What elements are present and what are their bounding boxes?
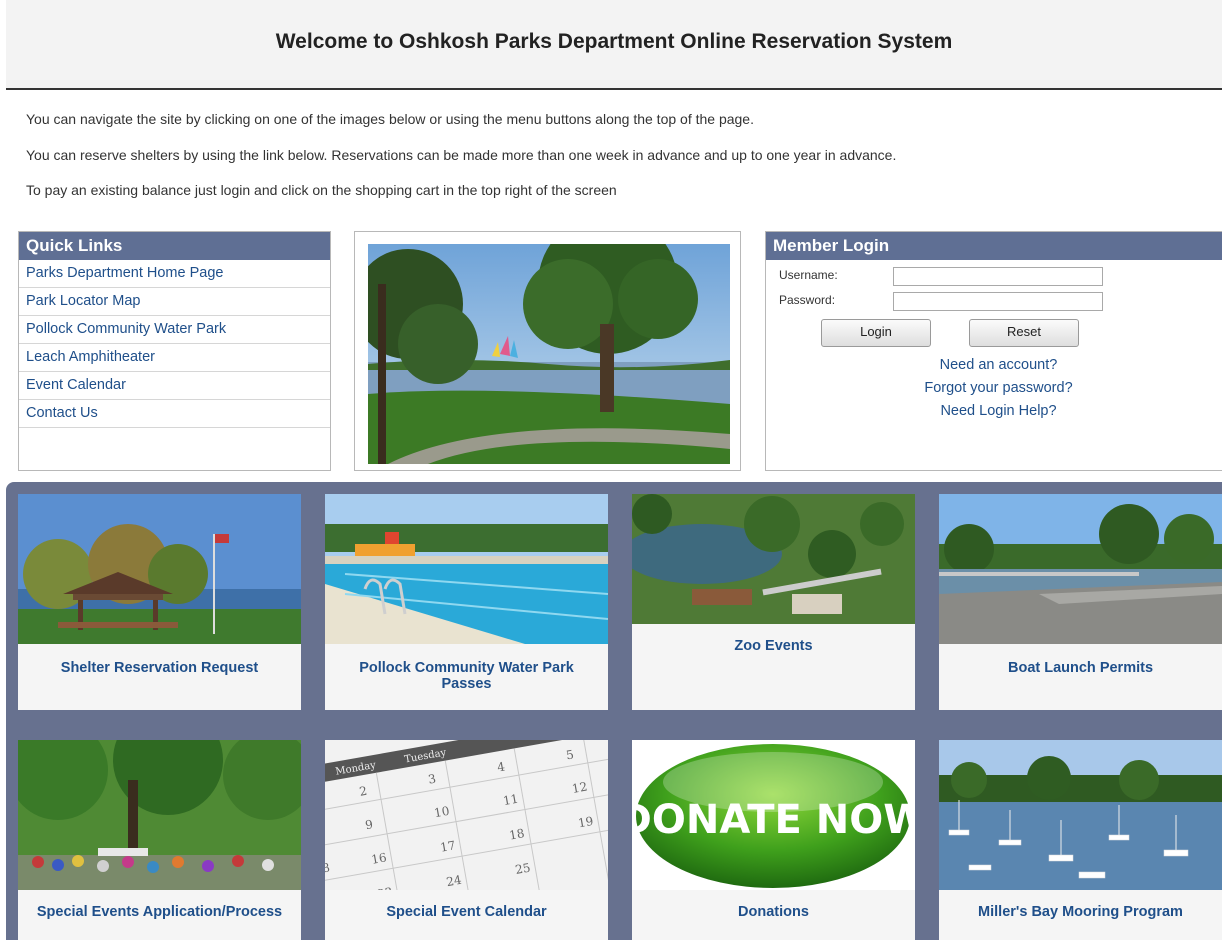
- tile-zoo-events[interactable]: Zoo Events: [632, 494, 915, 710]
- tile-special-events-label: Special Events Application/Process: [36, 904, 283, 920]
- tile-boat-launch-permits[interactable]: Boat Launch Permits: [939, 494, 1222, 710]
- tile-special-events-application[interactable]: Special Events Application/Process: [18, 740, 301, 940]
- reset-button[interactable]: Reset: [969, 319, 1079, 347]
- calendar-number: 18: [508, 826, 525, 842]
- quick-links-panel: Quick Links Parks Department Home Page P…: [18, 231, 331, 471]
- featured-photo-panel: [354, 231, 741, 471]
- forgot-password-link[interactable]: Forgot your password?: [766, 380, 1222, 396]
- calendar-number: 11: [502, 792, 519, 808]
- calendar-number: 19: [577, 814, 594, 830]
- tile-mooring-label: Miller's Bay Mooring Program: [978, 904, 1183, 920]
- calendar-number: 17: [439, 838, 456, 854]
- calendar-photo: Monday Tuesday 2 3 4 5 9 10 11 12 8 16 1…: [325, 740, 608, 890]
- quick-link-pollock-water-park[interactable]: Pollock Community Water Park: [19, 316, 330, 344]
- username-input[interactable]: [893, 267, 1103, 286]
- calendar-number: 24: [445, 873, 463, 890]
- millers-bay-marina-photo: [939, 740, 1222, 890]
- page-title: Welcome to Oshkosh Parks Department Onli…: [275, 30, 953, 53]
- quick-link-park-locator-map[interactable]: Park Locator Map: [19, 288, 330, 316]
- intro-pay-text: To pay an existing balance just login an…: [26, 182, 617, 198]
- password-input[interactable]: [893, 292, 1103, 311]
- page: Welcome to Oshkosh Parks Department Onli…: [0, 0, 1222, 940]
- quick-link-event-calendar[interactable]: Event Calendar: [19, 372, 330, 400]
- calendar-number: 12: [571, 779, 588, 795]
- tile-donations-label: Donations: [738, 904, 809, 920]
- special-events-crowd-photo: [18, 740, 301, 890]
- tile-donations[interactable]: DONATE NOW Donations: [632, 740, 915, 940]
- login-button[interactable]: Login: [821, 319, 931, 347]
- tile-water-park-label: Pollock Community Water Park Passes: [359, 660, 574, 692]
- tile-zoo-label: Zoo Events: [734, 638, 813, 654]
- member-login-title: Member Login: [766, 232, 1222, 260]
- calendar-number: 10: [433, 804, 450, 820]
- need-account-link[interactable]: Need an account?: [766, 357, 1222, 373]
- username-label: Username:: [779, 268, 838, 282]
- calendar-number: 16: [370, 850, 387, 866]
- shelter-gazebo-photo: [18, 494, 301, 644]
- tile-special-event-calendar[interactable]: Monday Tuesday 2 3 4 5 9 10 11 12 8 16 1…: [325, 740, 608, 940]
- member-login-panel: Member Login Username: Password: Login R…: [765, 231, 1222, 471]
- tile-water-park-passes[interactable]: Pollock Community Water Park Passes: [325, 494, 608, 710]
- donate-now-text: DONATE NOW: [632, 797, 915, 843]
- password-label: Password:: [779, 293, 836, 307]
- quick-links-title: Quick Links: [19, 232, 330, 260]
- quick-link-contact-us[interactable]: Contact Us: [19, 400, 330, 428]
- tile-shelter-label: Shelter Reservation Request: [60, 660, 259, 676]
- quick-link-leach-amphitheater[interactable]: Leach Amphitheater: [19, 344, 330, 372]
- calendar-number: 25: [514, 861, 531, 877]
- tile-calendar-label: Special Event Calendar: [386, 904, 547, 920]
- park-lake-photo: [368, 244, 730, 464]
- tile-shelter-reservation[interactable]: Shelter Reservation Request: [18, 494, 301, 710]
- zoo-aerial-photo: [632, 494, 915, 624]
- intro-reserve-text: You can reserve shelters by using the li…: [26, 147, 897, 163]
- donate-now-banner: DONATE NOW: [632, 740, 915, 890]
- quick-link-parks-home[interactable]: Parks Department Home Page: [19, 260, 330, 288]
- quick-links-list: Parks Department Home Page Park Locator …: [19, 260, 330, 428]
- water-park-pool-photo: [325, 494, 608, 644]
- tile-mooring-program[interactable]: Miller's Bay Mooring Program: [939, 740, 1222, 940]
- login-help-link[interactable]: Need Login Help?: [766, 403, 1222, 419]
- tile-boat-launch-label: Boat Launch Permits: [1007, 660, 1154, 676]
- boat-launch-photo: [939, 494, 1222, 644]
- intro-navigate-text: You can navigate the site by clicking on…: [26, 111, 754, 127]
